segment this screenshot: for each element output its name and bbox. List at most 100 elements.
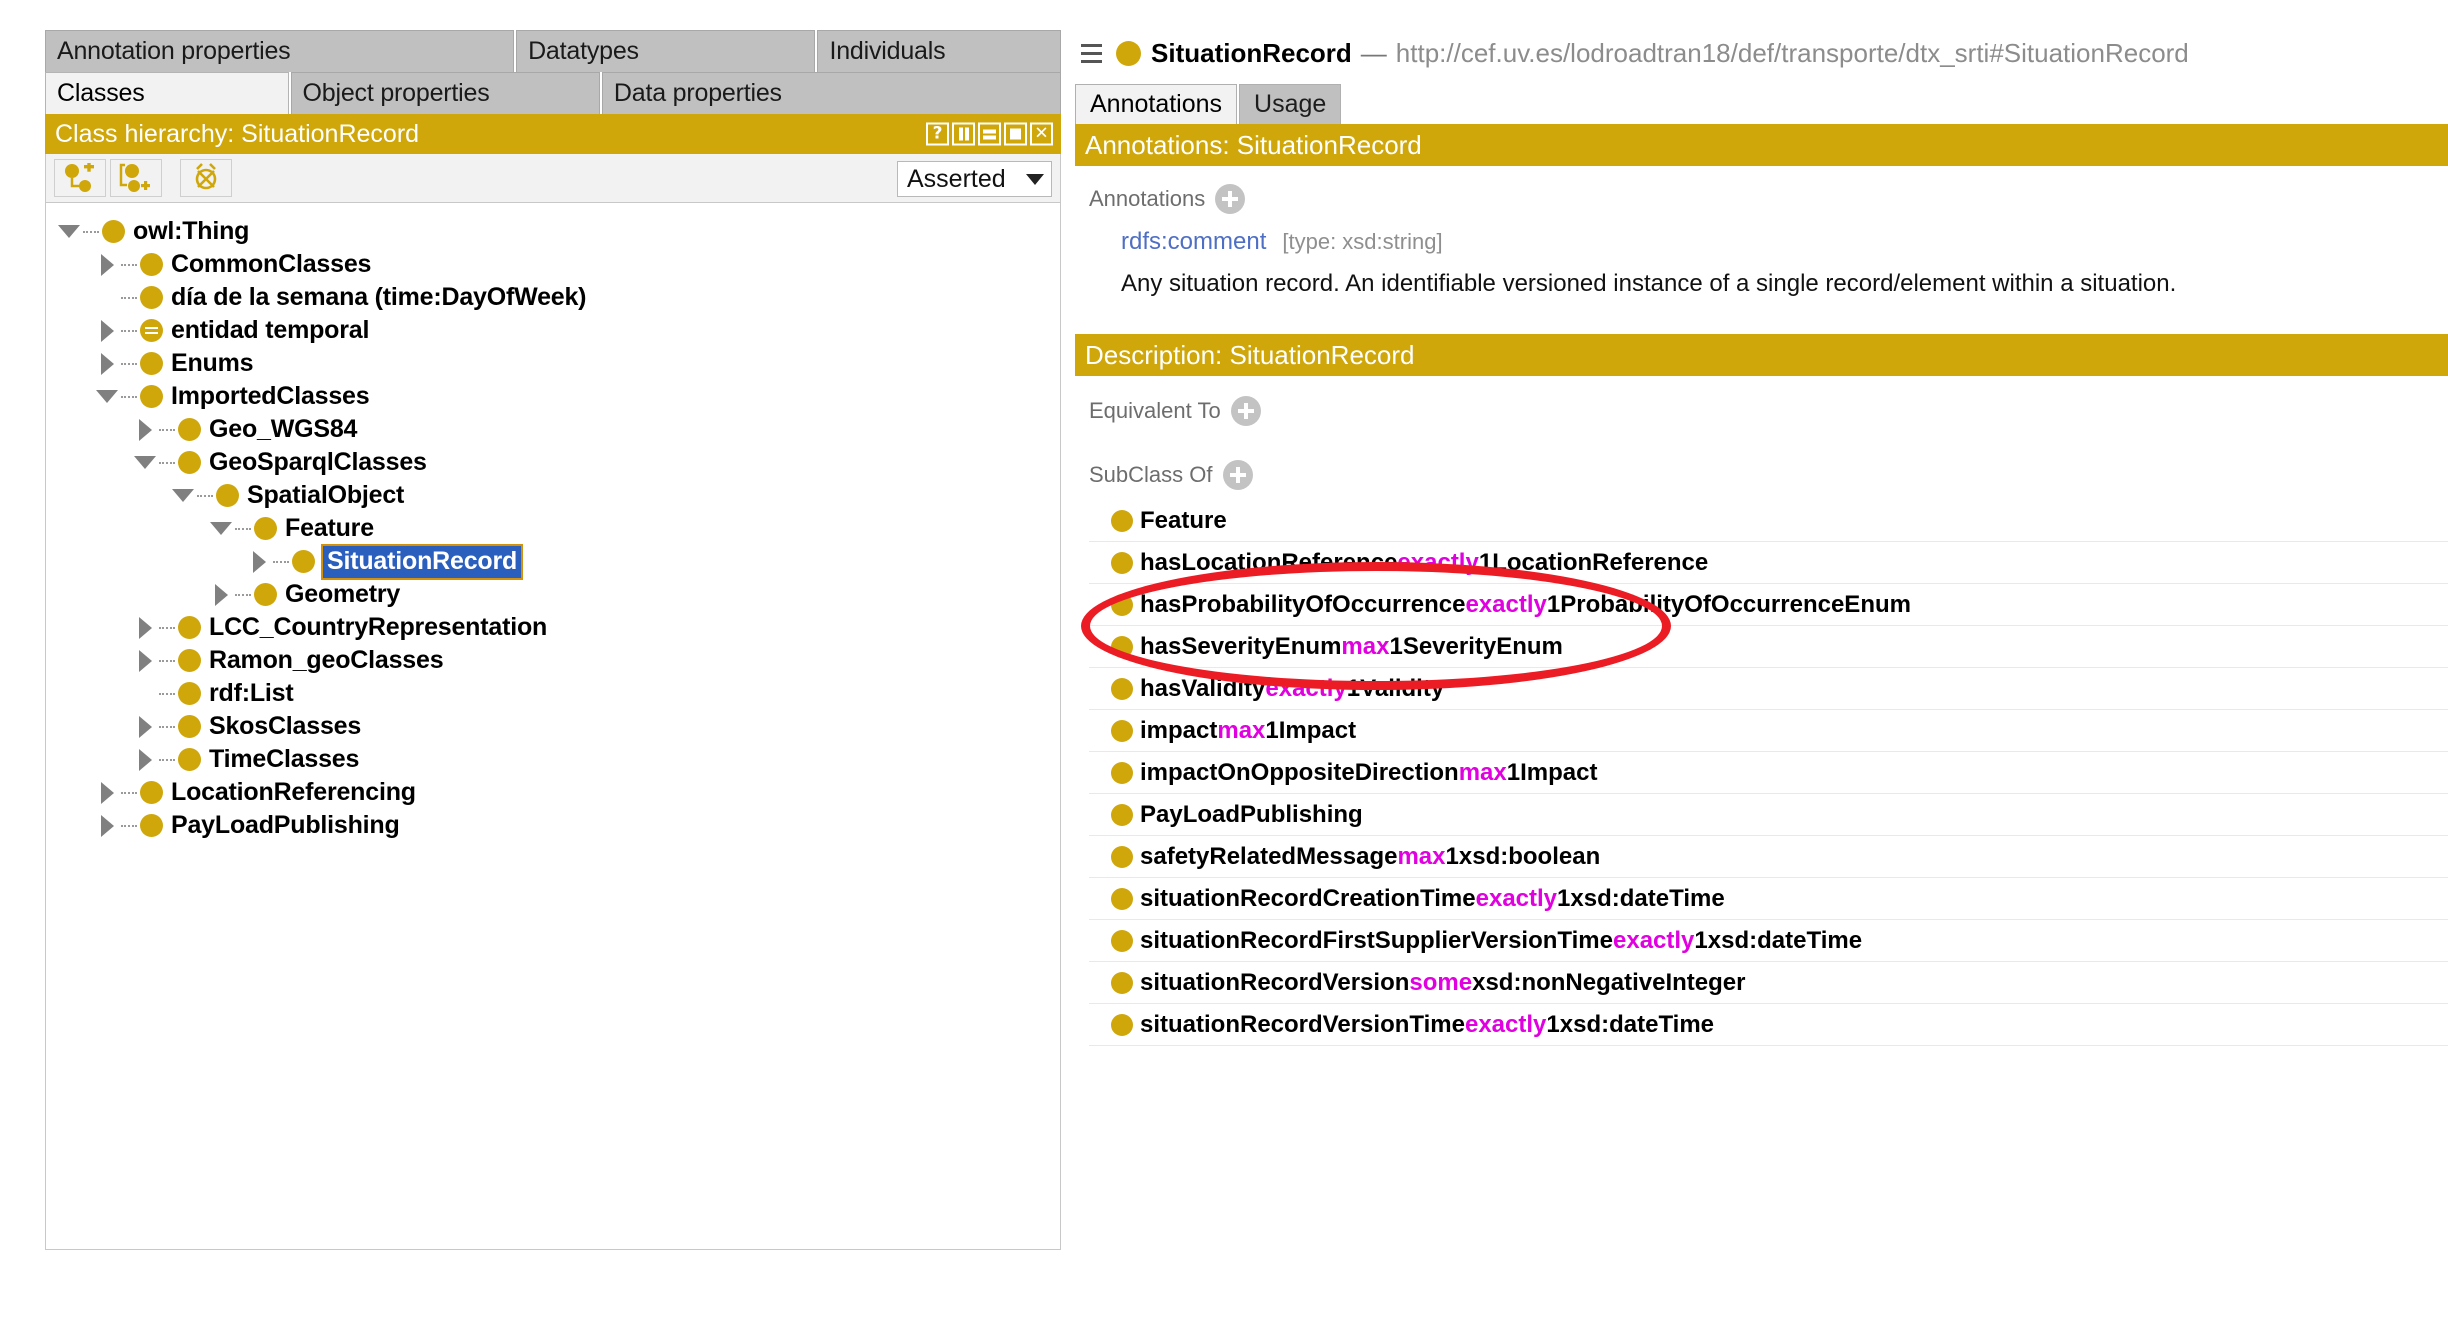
add-equivalent-class-button[interactable] [1231,396,1261,426]
class-circle-icon [1111,678,1133,700]
subclass-of-item[interactable]: impact max 1 Impact [1089,710,2448,752]
tree-node[interactable]: LocationReferencing [56,776,1060,809]
tree-node-label: LCC_CountryRepresentation [209,613,547,642]
expand-arrow-right-icon[interactable] [132,615,158,641]
tree-node[interactable]: Enums [56,347,1060,380]
subclass-of-item[interactable]: situationRecordVersionTime exactly 1 xsd… [1089,1004,2448,1046]
class-circle-icon [254,583,277,606]
tree-node[interactable]: CommonClasses [56,248,1060,281]
tree-node[interactable]: SkosClasses [56,710,1060,743]
subclass-expression-name: Feature [1140,507,1227,535]
tab-annotations[interactable]: Annotations [1075,84,1237,124]
add-annotation-button[interactable] [1215,184,1245,214]
tab-label: Classes [57,79,145,108]
tree-node-label: PayLoadPublishing [171,811,400,840]
tree-node[interactable]: ImportedClasses [56,380,1060,413]
class-circle-icon [102,220,125,243]
close-icon[interactable]: ✕ [1030,123,1053,146]
subclass-of-item[interactable]: situationRecordCreationTime exactly 1 xs… [1089,878,2448,920]
tab-usage[interactable]: Usage [1239,84,1341,124]
class-circle-icon [292,550,315,573]
subclass-of-item[interactable]: situationRecordVersion some xsd:nonNegat… [1089,962,2448,1004]
class-circle-icon [178,649,201,672]
subclass-of-item[interactable]: hasSeverityEnum max 1 SeverityEnum [1089,626,2448,668]
expand-arrow-down-icon[interactable] [132,450,158,476]
tree-node[interactable]: SpatialObject [56,479,1060,512]
maximize-icon[interactable] [1004,123,1027,146]
menu-icon[interactable] [1081,41,1102,65]
tab-data-properties[interactable]: Data properties [602,72,1061,114]
subclass-of-item[interactable]: hasLocationReference exactly 1 LocationR… [1089,542,2448,584]
tree-node[interactable]: Feature [56,512,1060,545]
entity-uri: http://cef.uv.es/lodroadtran18/def/trans… [1396,38,2189,69]
tree-node[interactable]: día de la semana (time:DayOfWeek) [56,281,1060,314]
expand-arrow-right-icon[interactable] [132,747,158,773]
expand-arrow-down-icon[interactable] [208,516,234,542]
delete-class-button[interactable] [180,159,232,197]
expand-arrow-right-icon[interactable] [132,714,158,740]
tree-node[interactable]: entidad temporal [56,314,1060,347]
subclass-expression-name: impactOnOppositeDirection [1140,759,1459,787]
tree-node[interactable]: GeoSparqlClasses [56,446,1060,479]
triangle-down [96,390,118,403]
subclass-of-item[interactable]: safetyRelatedMessage max 1 xsd:boolean [1089,836,2448,878]
subclass-of-item[interactable]: PayLoadPublishing [1089,794,2448,836]
subclass-expression-name: PayLoadPublishing [1140,801,1363,829]
expand-arrow-right-icon[interactable] [94,318,120,344]
tree-node[interactable]: Ramon_geoClasses [56,644,1060,677]
tab-individuals[interactable]: Individuals [817,30,1061,72]
tree-node[interactable]: Geometry [56,578,1060,611]
entity-editor-tabs: Annotations Usage [1075,84,2448,124]
class-circle-icon [1111,594,1133,616]
annotation-property-row[interactable]: rdfs:comment [type: xsd:string] [1089,228,2448,256]
tree-connector [121,792,137,794]
tree-node[interactable]: LCC_CountryRepresentation [56,611,1060,644]
tab-label: Usage [1254,90,1326,119]
expand-arrow-right-icon[interactable] [94,351,120,377]
tab-classes[interactable]: Classes [45,72,289,114]
triangle-down [210,522,232,535]
tree-leaf-spacer [94,285,120,311]
subclass-of-item[interactable]: hasValidity exactly 1 Validity [1089,668,2448,710]
annotation-value[interactable]: Any situation record. An identifiable ve… [1089,270,2448,298]
tree-node[interactable]: PayLoadPublishing [56,809,1060,842]
add-subclass-button[interactable] [54,159,106,197]
subclass-of-item[interactable]: impactOnOppositeDirection max 1 Impact [1089,752,2448,794]
tree-node-label: Feature [285,514,374,543]
tab-object-properties[interactable]: Object properties [291,72,600,114]
tab-label: Datatypes [528,37,639,66]
expand-arrow-down-icon[interactable] [94,384,120,410]
add-sibling-class-button[interactable] [110,159,162,197]
expand-arrow-right-icon[interactable] [132,648,158,674]
tree-node[interactable]: Geo_WGS84 [56,413,1060,446]
triangle-right [139,749,152,771]
tree-node[interactable]: TimeClasses [56,743,1060,776]
subclass-of-item[interactable]: hasProbabilityOfOccurrence exactly 1 Pro… [1089,584,2448,626]
tree-node[interactable]: owl:Thing [56,215,1060,248]
subclass-of-item[interactable]: situationRecordFirstSupplierVersionTime … [1089,920,2448,962]
tree-connector [159,726,175,728]
restriction-cardinality: 1 [1479,549,1492,577]
tree-node[interactable]: SituationRecord [56,545,1060,578]
expand-arrow-right-icon[interactable] [246,549,272,575]
expand-arrow-down-icon[interactable] [170,483,196,509]
help-icon[interactable]: ? [926,123,949,146]
class-tree[interactable]: owl:ThingCommonClassesdía de la semana (… [45,202,1061,1250]
tree-node[interactable]: rdf:List [56,677,1060,710]
split-vertical-icon[interactable] [952,123,975,146]
split-horizontal-icon[interactable] [978,123,1001,146]
expand-arrow-right-icon[interactable] [208,582,234,608]
annotations-row-label: Annotations [1089,184,2448,214]
expand-arrow-right-icon[interactable] [132,417,158,443]
expand-arrow-down-icon[interactable] [56,219,82,245]
expand-arrow-right-icon[interactable] [94,252,120,278]
subclass-of-item[interactable]: Feature [1089,500,2448,542]
expand-arrow-right-icon[interactable] [94,813,120,839]
reasoner-view-value: Asserted [907,165,1006,194]
restriction-cardinality: 1 [1347,675,1360,703]
reasoner-view-dropdown[interactable]: Asserted [897,161,1052,197]
tab-datatypes[interactable]: Datatypes [516,30,815,72]
tab-annotation-properties[interactable]: Annotation properties [45,30,514,72]
expand-arrow-right-icon[interactable] [94,780,120,806]
add-superclass-button[interactable] [1223,460,1253,490]
